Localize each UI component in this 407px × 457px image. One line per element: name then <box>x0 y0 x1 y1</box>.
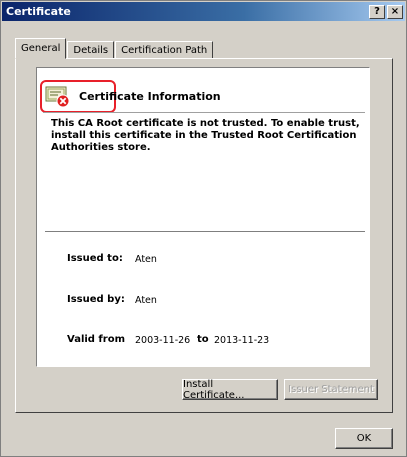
ok-button[interactable]: OK <box>335 428 393 449</box>
help-button[interactable]: ? <box>369 4 385 19</box>
certificate-info-box: Certificate Information This CA Root cer… <box>36 67 370 367</box>
issuer-statement-button[interactable]: Issuer Statement <box>284 379 378 400</box>
certificate-info-title: Certificate Information <box>79 90 221 103</box>
issued-by-label: Issued by: <box>67 294 125 305</box>
close-button[interactable]: × <box>387 4 403 19</box>
issued-to-label: Issued to: <box>67 253 123 264</box>
trust-warning-text: This CA Root certificate is not trusted.… <box>51 118 360 153</box>
header-divider <box>43 112 365 113</box>
tab-strip: General Details Certification Path <box>15 37 214 59</box>
install-certificate-button[interactable]: Install Certificate... <box>182 379 278 401</box>
tab-certification-path[interactable]: Certification Path <box>115 41 214 59</box>
valid-from-label: Valid from <box>67 334 126 345</box>
valid-from-value: 2003-11-26 <box>135 335 191 346</box>
valid-to-label: to <box>197 334 209 345</box>
tab-details[interactable]: Details <box>67 41 115 59</box>
title-bar: Certificate ? × <box>2 2 405 21</box>
window-title: Certificate <box>6 5 71 18</box>
section-divider <box>45 231 365 233</box>
certificate-dialog: Certificate ? × General Details Certific… <box>0 0 407 457</box>
tab-general[interactable]: General <box>15 38 67 59</box>
valid-to-value: 2013-11-23 <box>214 335 270 346</box>
issued-by-value: Aten <box>135 295 157 306</box>
issued-to-value: Aten <box>135 254 157 265</box>
general-tab-panel: Certificate Information This CA Root cer… <box>15 58 393 413</box>
